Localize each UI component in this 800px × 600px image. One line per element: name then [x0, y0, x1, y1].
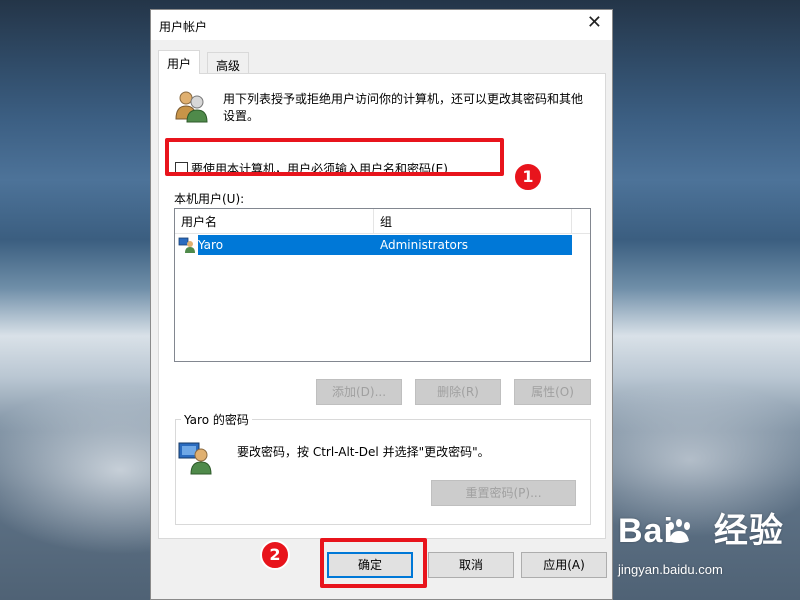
annotation-badge-2: 2: [260, 540, 290, 570]
annotation-box-ok: [320, 538, 427, 588]
description-text: 用下列表授予或拒绝用户访问你的计算机，还可以更改其密码和其他设置。: [223, 92, 584, 123]
password-groupbox: [175, 419, 591, 525]
user-icon: [178, 237, 195, 253]
local-users-label: 本机用户(U):: [174, 192, 245, 206]
apply-button[interactable]: 应用(A): [521, 552, 607, 578]
column-separator[interactable]: [373, 209, 374, 233]
annotation-box-checkbox: [165, 138, 504, 176]
remove-button[interactable]: 删除(R): [415, 379, 501, 405]
tab-advanced[interactable]: 高级: [207, 52, 250, 74]
watermark-jingyan: 经验: [713, 512, 784, 550]
title-bar: 用户帐户 ✕: [151, 10, 612, 40]
reset-password-button[interactable]: 重置密码(P)...: [431, 480, 576, 506]
password-user-icon: [178, 442, 212, 475]
row-username: Yaro: [198, 238, 224, 252]
tab-users[interactable]: 用户: [158, 50, 201, 74]
table-row[interactable]: Yaro Administrators: [178, 235, 572, 255]
window-title: 用户帐户: [159, 20, 208, 34]
users-list[interactable]: 用户名 组 Yaro Administrators: [174, 208, 591, 362]
close-icon[interactable]: ✕: [587, 14, 602, 32]
user-accounts-dialog: 用户帐户 ✕ 用户 高级 用下列表授予或拒绝用户访问你的计算机，还可以更改其密码…: [150, 9, 613, 600]
column-header-group[interactable]: 组: [380, 213, 392, 230]
users-icon: [175, 91, 208, 123]
properties-button[interactable]: 属性(O): [514, 379, 591, 405]
column-header-username[interactable]: 用户名: [181, 213, 217, 230]
watermark-url: jingyan.baidu.com: [618, 562, 723, 577]
list-header: 用户名 组: [175, 209, 590, 234]
row-group: Administrators: [380, 238, 469, 252]
annotation-badge-1: 1: [513, 162, 543, 192]
password-instructions: 要改密码，按 Ctrl-Alt-Del 并选择"更改密码"。: [237, 445, 490, 459]
column-separator[interactable]: [571, 209, 572, 233]
cancel-button[interactable]: 取消: [428, 552, 514, 578]
baidu-watermark: Bai 经验 jingyan.baidu.com: [618, 512, 784, 577]
baidu-paw-icon: [668, 519, 690, 543]
add-button[interactable]: 添加(D)...: [316, 379, 402, 405]
password-section-title: Yaro 的密码: [181, 411, 252, 428]
